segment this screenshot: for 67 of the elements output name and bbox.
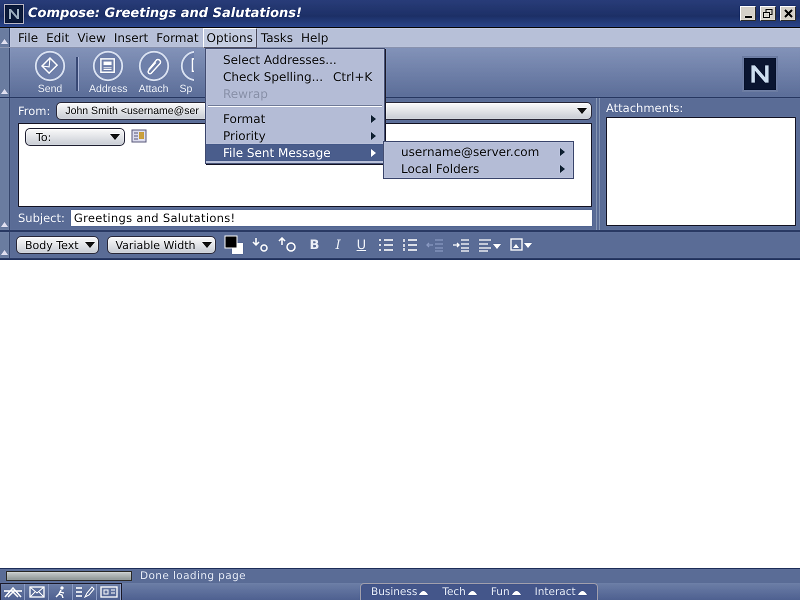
submenu-arrow-icon — [371, 132, 376, 140]
decrease-size-icon[interactable] — [252, 237, 270, 253]
menu-item[interactable]: Tasks — [256, 28, 298, 48]
menu-item[interactable]: Options — [202, 28, 257, 48]
increase-size-icon[interactable] — [278, 237, 298, 253]
menu-item[interactable]: Insert — [110, 28, 152, 48]
restore-button[interactable] — [760, 6, 776, 21]
subject-field[interactable]: Greetings and Salutations! — [70, 210, 592, 226]
subject-label: Subject: — [18, 211, 65, 225]
paragraph-style-dropdown[interactable]: Body Text — [16, 236, 99, 254]
italic-button[interactable]: I — [331, 238, 345, 252]
window-title: Compose: Greetings and Salutations! — [28, 6, 303, 21]
grip-arrow-icon[interactable] — [1, 250, 8, 255]
menu-item[interactable]: File — [14, 28, 42, 48]
recipient-type-dropdown[interactable]: To: — [25, 128, 125, 146]
caret-icon — [577, 108, 587, 114]
submenu-arrow-icon — [371, 114, 376, 122]
minimize-icon — [744, 16, 752, 18]
category-tab[interactable]: Tech — [442, 586, 477, 598]
attachments-list[interactable] — [606, 117, 796, 226]
menu-option[interactable]: Check Spelling... Ctrl+K — [206, 68, 384, 85]
caret-up-icon — [419, 589, 428, 595]
menu-item[interactable]: View — [73, 28, 110, 48]
grip-arrow-icon[interactable] — [1, 39, 8, 44]
navigator-icon[interactable] — [1, 584, 25, 600]
caret-icon — [110, 134, 120, 140]
address-book-icon[interactable] — [131, 128, 147, 144]
caret-up-icon — [512, 589, 521, 595]
caret-icon — [202, 242, 212, 248]
caret-up-icon — [468, 589, 477, 595]
font-dropdown[interactable]: Variable Width — [106, 236, 216, 254]
menu-option[interactable]: Priority — [206, 127, 384, 144]
caret-up-icon — [578, 589, 587, 595]
menu-item[interactable]: Help — [297, 28, 332, 48]
app-logo-icon — [4, 4, 24, 24]
close-icon — [784, 9, 792, 18]
submenu-arrow-icon — [371, 148, 376, 156]
submenu-arrow-icon — [560, 148, 565, 156]
status-text: Done loading page — [140, 570, 246, 582]
menu-option[interactable]: Local Folders — [384, 160, 573, 177]
category-tab[interactable]: Business — [371, 586, 428, 598]
bullet-list-icon[interactable] — [378, 238, 394, 252]
grip-arrow-icon[interactable] — [1, 89, 8, 94]
menu-item[interactable]: Edit — [42, 28, 74, 48]
grip-arrow-icon[interactable] — [1, 222, 8, 227]
menu-option[interactable]: username@server.com — [384, 143, 573, 160]
insert-image-icon[interactable] — [510, 238, 534, 252]
numbered-list-icon[interactable] — [402, 238, 418, 252]
align-icon[interactable] — [478, 238, 502, 252]
attachments-label: Attachments: — [606, 101, 684, 115]
minimize-button[interactable] — [740, 6, 756, 21]
from-label: From: — [18, 104, 50, 118]
restore-icon — [763, 9, 773, 18]
composer-icon[interactable] — [73, 584, 97, 600]
text-color-icon[interactable] — [224, 235, 244, 255]
indent-icon[interactable] — [452, 238, 470, 252]
submenu-arrow-icon — [560, 164, 565, 172]
caret-icon — [84, 242, 95, 248]
category-tab[interactable]: Interact — [534, 586, 587, 598]
bold-button[interactable]: B — [306, 238, 324, 252]
close-button[interactable] — [780, 6, 796, 21]
menu-option[interactable]: Select Addresses... — [206, 51, 384, 68]
menu-option[interactable]: File Sent Message — [206, 144, 384, 161]
underline-button[interactable]: U — [352, 238, 370, 252]
app-logo-icon — [742, 56, 778, 92]
category-tab[interactable]: Fun — [490, 586, 521, 598]
menu-item[interactable]: Format — [152, 28, 203, 48]
